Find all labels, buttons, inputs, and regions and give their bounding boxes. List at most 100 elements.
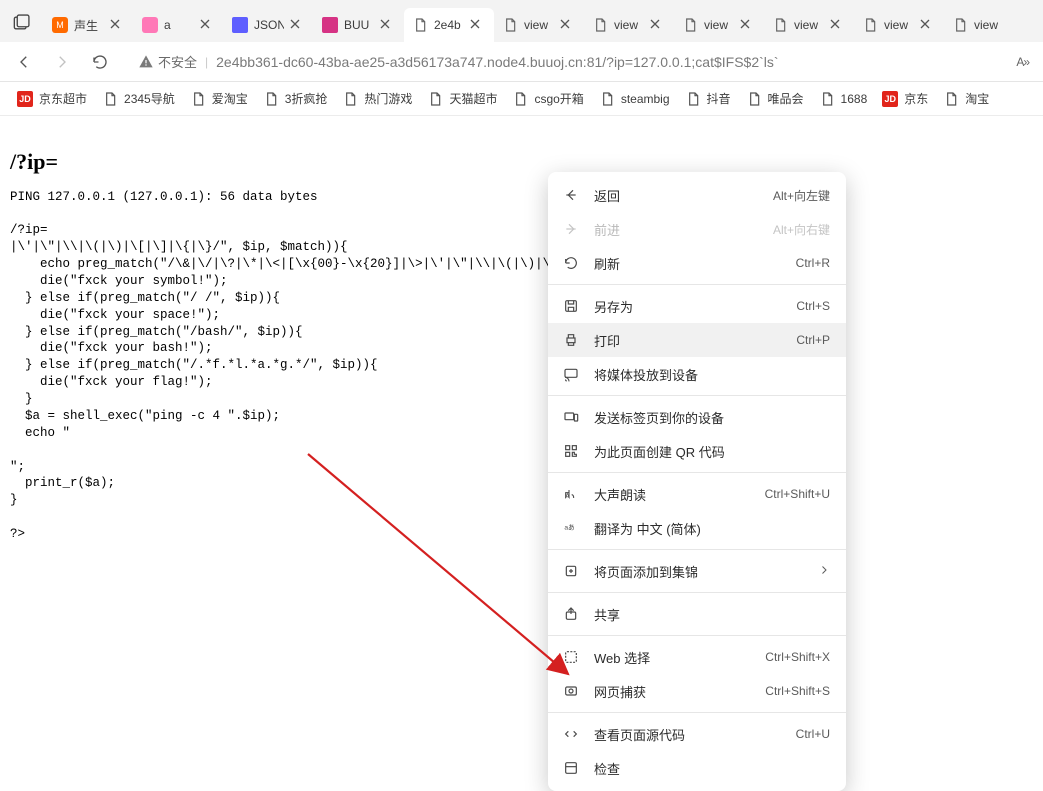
document-icon [412,17,428,33]
menu-item-collections[interactable]: 将页面添加到集锦 [548,554,846,588]
tab-title: view [794,18,818,32]
close-icon[interactable] [920,18,934,32]
tab-actions-icon[interactable] [6,8,36,38]
menu-separator [548,712,846,713]
browser-tab-10[interactable]: view [944,8,1034,42]
jd-icon: JD [17,91,33,107]
bookmark-item[interactable]: 1688 [814,88,873,110]
bookmark-item[interactable]: 抖音 [680,87,736,110]
close-icon[interactable] [650,18,664,32]
close-icon[interactable] [560,18,574,32]
document-icon [263,91,279,107]
menu-item-label: 将媒体投放到设备 [594,365,830,384]
read-aloud-toolbar-button[interactable]: A» [1016,55,1029,69]
bookmark-label: 1688 [841,92,868,106]
menu-separator [548,284,846,285]
bookmark-item[interactable]: steambig [594,88,675,110]
print-icon [562,331,580,349]
document-icon [592,17,608,33]
bookmark-item[interactable]: 天猫超市 [422,87,502,110]
menu-item-inspect[interactable]: 检查 [548,751,846,785]
menu-item-save[interactable]: 另存为 Ctrl+S [548,289,846,323]
menu-item-print[interactable]: 打印Ctrl+P [548,323,846,357]
menu-item-cast[interactable]: 将媒体投放到设备 [548,357,846,391]
arrow-right-icon [562,220,580,238]
read-aloud-icon: A [562,485,580,503]
nav-back-button[interactable] [14,52,34,72]
menu-item-read-aloud[interactable]: A大声朗读Ctrl+Shift+U [548,477,846,511]
capture-icon [562,682,580,700]
bookmark-item[interactable]: 唯品会 [741,87,809,110]
bookmark-item[interactable]: 热门游戏 [337,87,417,110]
browser-tab-3[interactable]: BUU [314,8,404,42]
browser-tab-5[interactable]: view [494,8,584,42]
browser-tab-9[interactable]: view [854,8,944,42]
document-icon [862,17,878,33]
browser-tab-2[interactable]: JSON [224,8,314,42]
address-bar[interactable]: 不安全 | 2e4bb361-dc60-43ba-ae25-a3d56173a7… [128,47,998,77]
browser-tab-4[interactable]: 2e4b [404,8,494,42]
source-icon [562,725,580,743]
close-icon[interactable] [470,18,484,32]
nav-forward-button[interactable] [52,52,72,72]
context-menu: 返回Alt+向左键前进Alt+向右键刷新Ctrl+R 另存为 Ctrl+S 打印Ctr… [548,172,846,791]
bookmark-item[interactable]: JD京东 [877,87,933,110]
favicon-icon: M [52,17,68,33]
menu-shortcut: Ctrl+Shift+U [765,487,830,501]
close-icon[interactable] [740,18,754,32]
favicon-icon [322,17,338,33]
menu-item-device[interactable]: 发送标签页到你的设备 [548,400,846,434]
menu-separator [548,635,846,636]
menu-separator [548,472,846,473]
menu-item-qr[interactable]: 为此页面创建 QR 代码 [548,434,846,468]
close-icon[interactable] [380,18,394,32]
bookmark-item[interactable]: 淘宝 [938,87,994,110]
document-icon [746,91,762,107]
menu-item-capture[interactable]: 网页捕获Ctrl+Shift+S [548,674,846,708]
close-icon[interactable] [830,18,844,32]
device-icon [562,408,580,426]
svg-text:A: A [565,492,570,501]
bookmark-item[interactable]: csgo开箱 [507,87,588,110]
menu-separator [548,395,846,396]
tab-title: view [974,18,998,32]
menu-shortcut: Ctrl+S [796,299,830,313]
close-icon[interactable] [200,18,214,32]
menu-item-label: 检查 [594,759,830,778]
close-icon[interactable] [290,18,304,32]
tab-title: JSON [254,18,284,32]
document-icon [952,17,968,33]
bookmark-label: steambig [621,92,670,106]
menu-shortcut: Ctrl+U [796,727,830,741]
collections-icon [562,562,580,580]
separator: | [205,55,208,69]
document-icon [943,91,959,107]
menu-item-label: 另存为 [594,297,782,316]
insecure-site-indicator[interactable]: 不安全 [138,52,197,71]
bookmark-item[interactable]: 2345导航 [97,87,180,110]
bookmark-label: 2345导航 [124,90,175,107]
document-icon [502,17,518,33]
bookmark-label: 抖音 [707,90,731,107]
browser-tab-6[interactable]: view [584,8,674,42]
bookmark-item[interactable]: 3折疯抢 [258,87,333,110]
menu-shortcut: Alt+向左键 [773,187,830,204]
browser-tab-1[interactable]: a [134,8,224,42]
bookmark-item[interactable]: 爱淘宝 [185,87,253,110]
save-icon [562,297,580,315]
menu-item-translate[interactable]: aあ翻译为 中文 (简体) [548,511,846,545]
menu-item-arrow-right: 前进Alt+向右键 [548,212,846,246]
nav-refresh-button[interactable] [90,52,110,72]
menu-item-source[interactable]: 查看页面源代码Ctrl+U [548,717,846,751]
browser-tab-7[interactable]: view [674,8,764,42]
menu-item-web-select[interactable]: Web 选择Ctrl+Shift+X [548,640,846,674]
menu-item-arrow-left[interactable]: 返回Alt+向左键 [548,178,846,212]
inspect-icon [562,759,580,777]
menu-item-refresh[interactable]: 刷新Ctrl+R [548,246,846,280]
bookmark-label: 天猫超市 [449,90,497,107]
close-icon[interactable] [110,18,124,32]
browser-tab-8[interactable]: view [764,8,854,42]
menu-item-share[interactable]: 共享 [548,597,846,631]
bookmark-item[interactable]: JD京东超市 [12,87,92,110]
browser-tab-0[interactable]: M 声生 [44,8,134,42]
